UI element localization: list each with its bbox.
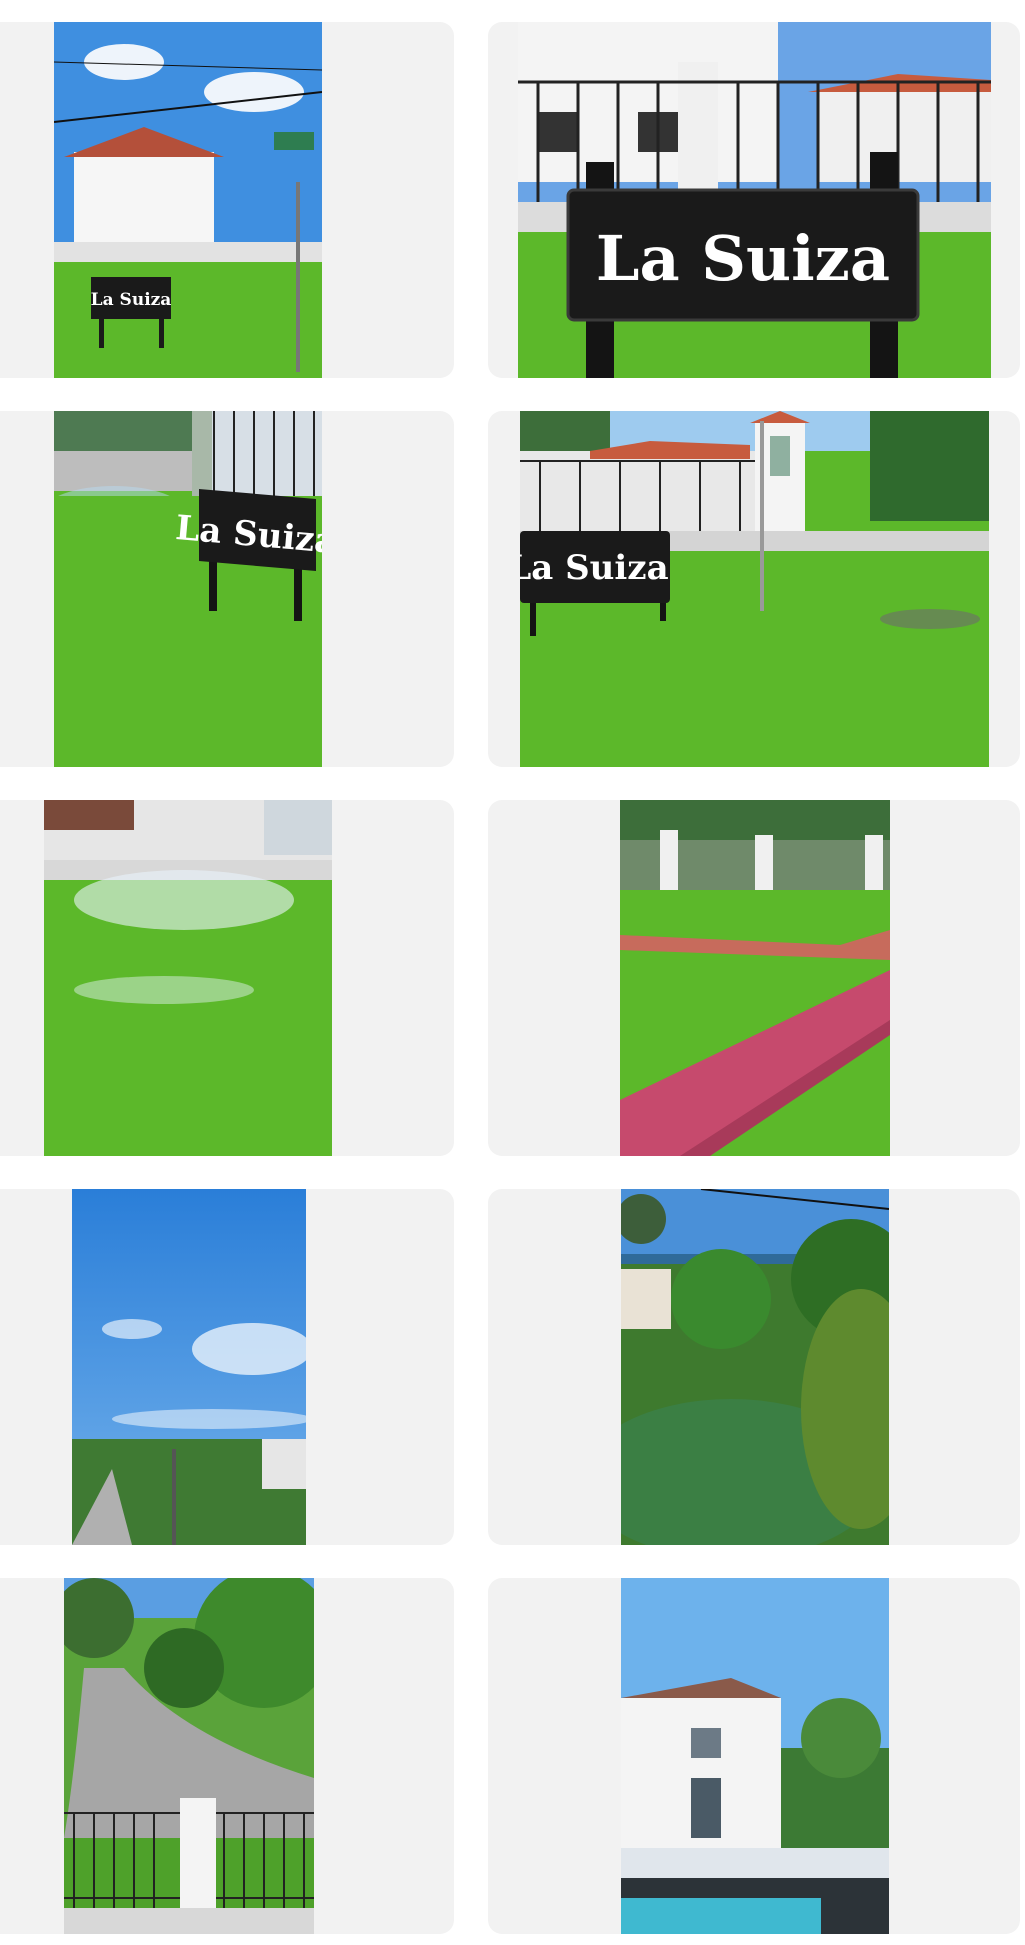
gallery-tile-6[interactable] <box>488 800 1020 1156</box>
photo-7 <box>72 1189 306 1545</box>
gallery-tile-2[interactable]: La Suiza <box>488 22 1020 378</box>
photo-8 <box>621 1189 889 1545</box>
photo-1: La Suiza <box>54 22 322 378</box>
gallery-tile-1[interactable]: La Suiza <box>0 22 454 378</box>
sign-text: La Suiza <box>596 222 890 295</box>
gallery-tile-3[interactable]: La Suiza <box>0 411 454 767</box>
photo-6 <box>620 800 890 1156</box>
gallery-tile-9[interactable] <box>0 1578 454 1934</box>
gallery-tile-5[interactable] <box>0 800 454 1156</box>
photo-2: La Suiza <box>518 22 991 378</box>
gallery-tile-10[interactable] <box>488 1578 1020 1934</box>
photo-9 <box>64 1578 314 1934</box>
photo-5 <box>44 800 332 1156</box>
gallery-tile-8[interactable] <box>488 1189 1020 1545</box>
sign-text: La Suiza <box>520 548 669 588</box>
gallery-tile-4[interactable]: La Suiza <box>488 411 1020 767</box>
photo-3: La Suiza <box>54 411 322 767</box>
sign-text: La Suiza <box>91 290 172 310</box>
photo-10 <box>621 1578 889 1934</box>
photo-4: La Suiza <box>520 411 989 767</box>
gallery-tile-7[interactable] <box>0 1189 454 1545</box>
